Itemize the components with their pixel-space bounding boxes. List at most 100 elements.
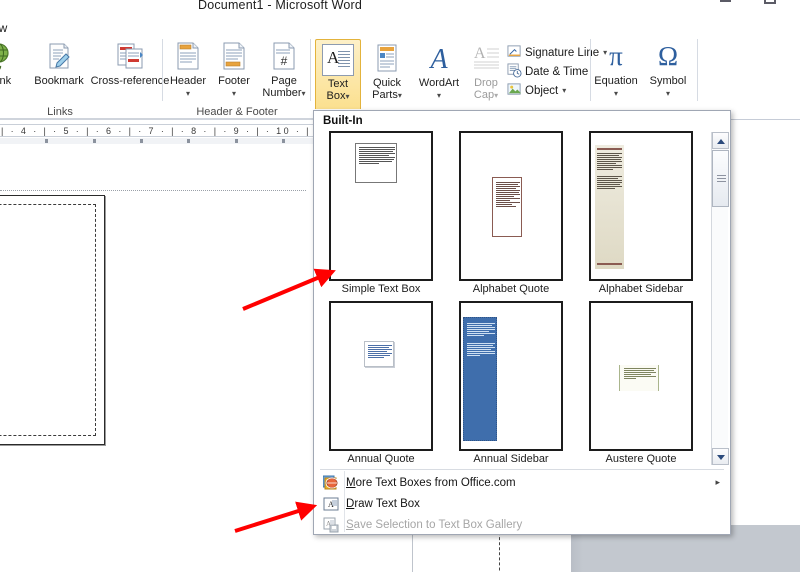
thumb-lines [496,182,520,208]
command-label: Footer [218,75,250,87]
draw-text-box-icon: A [316,496,346,512]
chevron-down-icon[interactable]: ▾ [614,89,618,98]
gallery-item-austere-quote[interactable]: Austere Quote [581,301,701,465]
ribbon-group-header-footer: Header ▾ Footer ▾ # Page Number▾ Header … [163,35,311,120]
chevron-down-icon[interactable]: ▾ [437,91,441,100]
header-guide-line [0,190,306,191]
scroll-up-button[interactable] [712,132,729,149]
command-text-box[interactable]: A Text Box▾ [315,39,361,109]
thumb-quote-shape [364,341,394,367]
scrollbar-thumb[interactable] [712,150,729,207]
gallery-row: Simple Text Box Alphabet Quote Alphabet … [317,131,709,303]
text-box-icon: A [322,44,354,76]
page-number-icon: # [255,41,313,73]
command-label: Date & Time [525,65,589,78]
gallery-item-label: Annual Sidebar [473,453,549,465]
gallery-item-annual-quote[interactable]: Annual Quote [321,301,441,465]
command-label-line1: Text [327,78,349,90]
command-page-number[interactable]: # Page Number▾ [255,41,313,99]
chevron-down-icon[interactable]: ▾ [666,89,670,98]
command-bookmark[interactable]: Bookmark [28,41,90,87]
menu-item-label: Save Selection to Text Box Gallery [346,518,523,531]
thumb-page [459,301,563,451]
thumb-page [329,301,433,451]
header-icon [165,41,211,73]
thumb-sidebar-shape [595,145,624,269]
object-icon [507,82,525,100]
command-equation[interactable]: π Equation ▾ [588,41,644,99]
menu-item-more-text-boxes[interactable]: More Text Boxes from Office.com ▸ [316,472,728,493]
thumb-lines [467,323,495,357]
scroll-down-button[interactable] [712,448,729,465]
thumb-lines [597,153,622,190]
command-label: Object [525,84,559,97]
maximize-icon [764,0,776,4]
chevron-down-icon[interactable]: ▾ [398,91,402,100]
command-label: Equation [594,75,638,87]
thumb-lines [624,368,656,380]
document-page-1[interactable] [0,195,105,445]
submenu-arrow-icon: ▸ [715,477,720,487]
omega-icon: Ω [657,41,679,71]
thumb-quote-shape [619,365,659,391]
gallery-item-simple-text-box[interactable]: Simple Text Box [321,131,441,295]
chevron-down-icon[interactable]: ▾ [232,89,236,98]
text-box-gallery-dropdown[interactable]: Built-In Simple Text Box Alphabet Quote … [313,110,731,535]
command-symbol[interactable]: Ω Symbol ▾ [642,41,694,99]
ribbon-group-label: Links [47,106,73,118]
thumb-lines [368,345,392,359]
gallery-scrollbar[interactable] [711,132,729,465]
gallery-item-label: Alphabet Quote [472,283,550,295]
command-drop-cap[interactable]: A Drop Cap▾ [465,43,507,101]
svg-text:A: A [474,45,486,62]
gallery-item-label: Simple Text Box [341,283,421,295]
thumb-lines [359,147,395,165]
gallery-item-alphabet-quote[interactable]: Alphabet Quote [451,131,571,295]
horizontal-ruler[interactable]: | · 4 · | · 5 · | · 6 · | · 7 · | · 8 · … [0,120,368,146]
triangle-up-icon [717,139,725,144]
signature-line-icon [507,44,525,62]
menu-item-label: Draw Text Box [346,497,420,510]
thumb-rule-bottom [597,263,622,265]
chevron-down-icon[interactable]: ▾ [562,86,566,95]
wordart-icon: A [411,43,467,75]
pi-icon: π [609,41,623,71]
chevron-down-icon[interactable]: ▾ [345,92,349,101]
thumb-page [329,131,433,281]
ruler-tab-stops[interactable] [0,138,313,144]
thumb-sidebar-shape [463,317,497,441]
gallery-item-annual-sidebar[interactable]: Annual Sidebar [451,301,571,465]
command-header[interactable]: Header ▾ [165,41,211,99]
tab-view[interactable]: ew [0,21,7,35]
chevron-down-icon[interactable]: ▾ [186,89,190,98]
command-label-line1: Page [271,75,297,87]
ribbon-group-links: rlink Bookmark [0,35,169,120]
menu-item-draw-text-box[interactable]: A Draw Text Box [316,493,728,514]
menu-item-save-selection[interactable]: A Save Selection to Text Box Gallery [316,514,728,535]
command-label: Symbol [649,75,687,87]
chevron-down-icon[interactable]: ▾ [494,91,498,100]
text-lines [338,51,350,69]
command-label-line2: Parts [372,89,398,101]
command-footer[interactable]: Footer ▾ [211,41,257,99]
minimize-button[interactable] [718,0,734,4]
ribbon: rlink Bookmark [0,35,800,120]
maximize-button[interactable] [762,0,778,8]
chevron-down-icon[interactable]: ▾ [302,89,306,98]
gallery-item-label: Alphabet Sidebar [598,283,684,295]
ribbon-tab-strip: ew [0,21,800,36]
thumb-page [589,131,693,281]
command-label-line2: Box [326,90,346,102]
grip-icon [717,175,726,184]
svg-text:#: # [281,54,288,68]
ribbon-group-label: Header & Footer [196,106,278,118]
gallery-menu: More Text Boxes from Office.com ▸ A Draw… [314,469,730,534]
menu-separator [320,469,724,470]
gallery-item-alphabet-sidebar[interactable]: Alphabet Sidebar [581,131,701,295]
bookmark-icon [28,41,90,73]
gallery-section-header: Built-In [314,111,730,131]
thumb-quote-shape [492,177,522,237]
save-selection-icon: A [316,517,346,533]
command-quick-parts[interactable]: Quick Parts▾ [363,43,411,101]
command-wordart[interactable]: A WordArt ▾ [411,43,467,101]
